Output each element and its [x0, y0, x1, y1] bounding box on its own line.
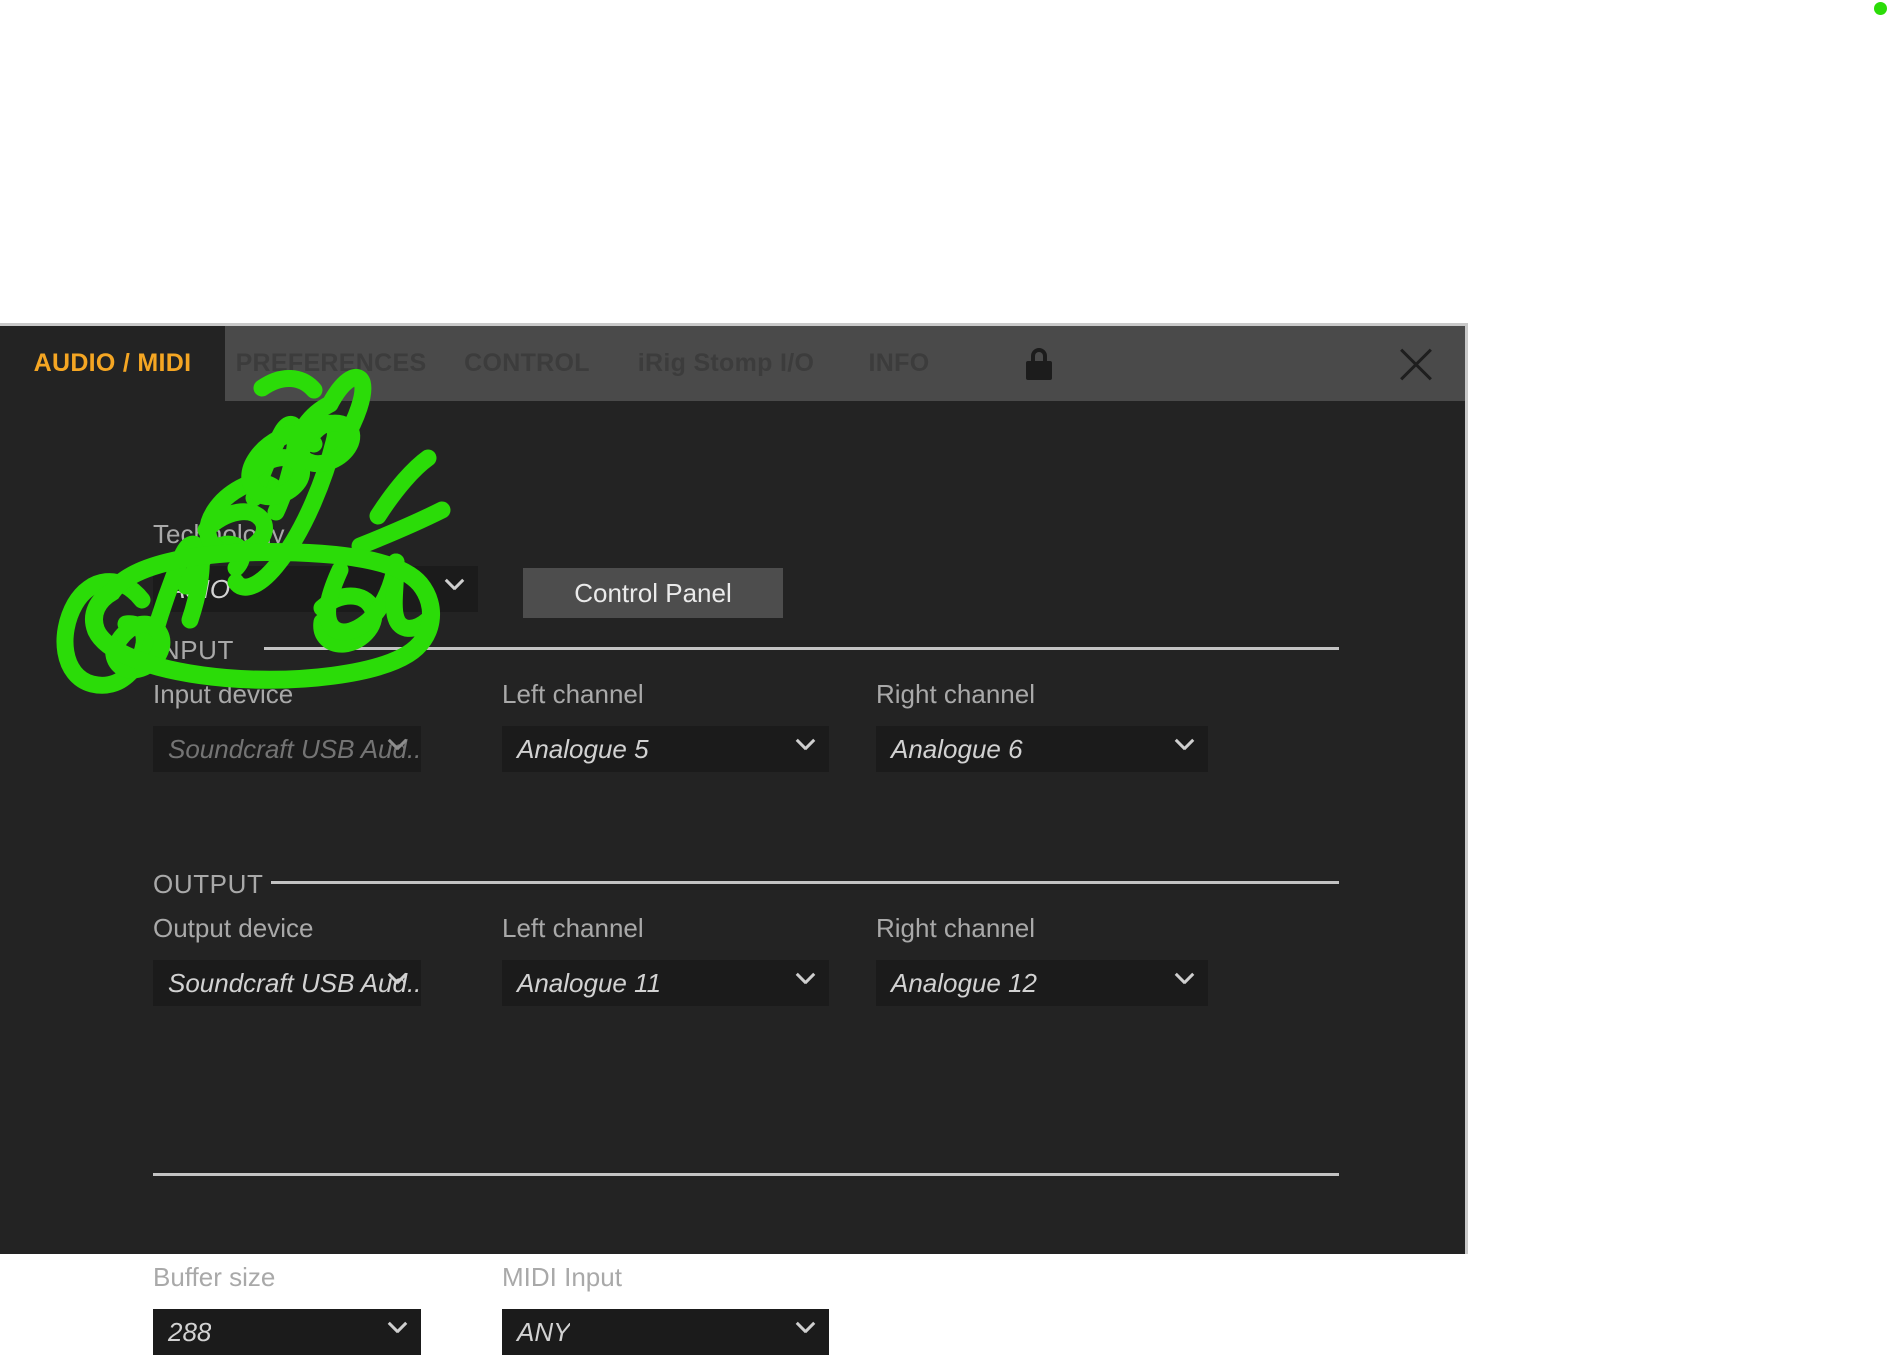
close-icon [1395, 343, 1437, 385]
control-panel-button[interactable]: Control Panel [523, 568, 783, 618]
technology-label: Technology [153, 519, 285, 549]
buffer-size-value: 288 [168, 1316, 212, 1347]
tab-bar: AUDIO / MIDI PREFERENCES CONTROL iRig St… [0, 326, 1465, 401]
tab-audio-midi-label: AUDIO / MIDI [33, 349, 192, 377]
stray-ink-dot [1874, 2, 1887, 15]
output-device-label: Output device [153, 913, 314, 943]
tab-preferences-label: PREFERENCES [235, 349, 427, 377]
chevron-down-icon [387, 739, 405, 757]
input-device-value: Soundcraft USB Aud... [168, 733, 421, 764]
input-left-channel-value: Analogue 5 [517, 733, 649, 764]
close-button[interactable] [1115, 326, 1465, 401]
tab-irig-stomp-io-label: iRig Stomp I/O [637, 349, 815, 377]
tab-info[interactable]: INFO [835, 326, 963, 401]
chevron-down-icon [387, 1322, 405, 1340]
technology-value: ASIO [168, 573, 231, 604]
tab-audio-midi[interactable]: AUDIO / MIDI [0, 326, 225, 401]
audio-midi-settings-dialog: AUDIO / MIDI PREFERENCES CONTROL iRig St… [0, 323, 1468, 1355]
midi-input-select[interactable]: ANY [502, 1309, 829, 1355]
input-left-channel-label: Left channel [502, 679, 644, 709]
buffer-size-select[interactable]: 288 [153, 1309, 421, 1355]
technology-select[interactable]: ASIO [153, 566, 478, 612]
chevron-down-icon [795, 973, 813, 991]
lock-button[interactable] [963, 326, 1115, 401]
output-device-value: Soundcraft USB Aud... [168, 967, 421, 998]
output-right-channel-select[interactable]: Analogue 12 [876, 960, 1208, 1006]
settings-body: Technology ASIO Control Panel INPUT Inpu… [0, 401, 1465, 1355]
advanced-section-rule [153, 1173, 1339, 1176]
input-right-channel-value: Analogue 6 [891, 733, 1023, 764]
chevron-down-icon [444, 579, 462, 597]
output-left-channel-select[interactable]: Analogue 11 [502, 960, 829, 1006]
output-left-channel-value: Analogue 11 [517, 967, 662, 998]
output-right-channel-value: Analogue 12 [891, 967, 1038, 998]
input-left-channel-select[interactable]: Analogue 5 [502, 726, 829, 772]
chevron-down-icon [795, 739, 813, 757]
output-section-rule [271, 881, 1339, 884]
chevron-down-icon [387, 973, 405, 991]
output-section-title: OUTPUT [153, 869, 264, 899]
input-right-channel-select[interactable]: Analogue 6 [876, 726, 1208, 772]
tab-irig-stomp-io[interactable]: iRig Stomp I/O [617, 326, 835, 401]
lock-icon [1026, 347, 1052, 380]
output-device-select[interactable]: Soundcraft USB Aud... [153, 960, 421, 1006]
chevron-down-icon [1174, 739, 1192, 757]
buffer-size-label: Buffer size [153, 1262, 276, 1292]
tab-control[interactable]: CONTROL [437, 326, 617, 401]
input-right-channel-label: Right channel [876, 679, 1035, 709]
tab-preferences[interactable]: PREFERENCES [225, 326, 437, 401]
input-section-title: INPUT [153, 635, 234, 665]
input-device-select[interactable]: Soundcraft USB Aud... [153, 726, 421, 772]
tab-control-label: CONTROL [464, 349, 590, 377]
tab-info-label: INFO [868, 349, 930, 377]
output-left-channel-label: Left channel [502, 913, 644, 943]
midi-input-value: ANY [517, 1316, 571, 1347]
chevron-down-icon [1174, 973, 1192, 991]
output-right-channel-label: Right channel [876, 913, 1035, 943]
input-device-label: Input device [153, 679, 294, 709]
chevron-down-icon [795, 1322, 813, 1340]
input-section-rule [264, 647, 1339, 650]
midi-input-label: MIDI Input [502, 1262, 622, 1292]
